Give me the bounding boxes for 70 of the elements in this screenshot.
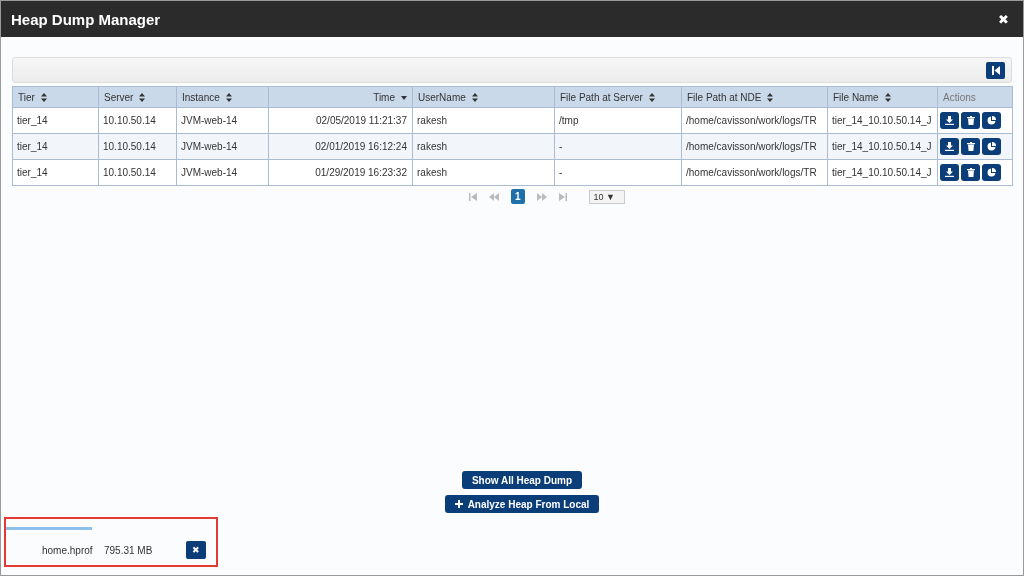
table-cell: rakesh (412, 107, 555, 134)
download-icon (945, 142, 954, 151)
pie-chart-button[interactable] (982, 112, 1001, 129)
pie-chart-button[interactable] (982, 164, 1001, 181)
table-cell: tier_14_10.10.50.14_J (827, 159, 938, 186)
sort-descending-icon (401, 95, 407, 100)
table-cell: 10.10.50.14 (98, 107, 177, 134)
window-title: Heap Dump Manager (11, 10, 161, 28)
delete-button[interactable] (961, 164, 980, 181)
pie-chart-icon (987, 168, 996, 177)
file-name: home.hprof (42, 544, 94, 556)
pie-chart-icon (987, 116, 996, 125)
column-header[interactable]: Tier (12, 86, 99, 108)
page-size-dropdown[interactable]: 10 ▼ (588, 189, 625, 204)
table-cell: rakesh (412, 133, 555, 160)
pie-chart-icon (987, 142, 996, 151)
table-cell: JVM-web-14 (176, 133, 269, 160)
column-header[interactable]: File Path at NDE (681, 86, 828, 108)
table-cell: 02/01/2019 16:12:24 (268, 133, 413, 160)
table-cell: 10.10.50.14 (98, 133, 177, 160)
trash-icon (966, 142, 975, 151)
first-page-button[interactable] (986, 61, 1005, 79)
table-cell: - (554, 133, 682, 160)
column-header[interactable]: Time (268, 86, 413, 108)
delete-button[interactable] (961, 138, 980, 155)
sort-icon (139, 93, 146, 103)
column-header[interactable]: UserName (412, 86, 555, 108)
table-cell: /home/cavisson/work/logs/TR (681, 159, 828, 186)
sort-icon (40, 93, 47, 103)
column-header[interactable]: Server (98, 86, 177, 108)
download-button[interactable] (940, 164, 959, 181)
table-cell: tier_14 (12, 107, 99, 134)
column-header[interactable]: File Path at Server (554, 86, 682, 108)
action-button[interactable]: Show All Heap Dump (461, 471, 583, 489)
download-icon (945, 168, 954, 177)
table-cell: tier_14 (12, 159, 99, 186)
table-cell: /home/cavisson/work/logs/TR (681, 107, 828, 134)
sort-icon (471, 93, 478, 103)
table-cell: JVM-web-14 (176, 107, 269, 134)
delete-button[interactable] (961, 112, 980, 129)
sort-icon (225, 93, 232, 103)
download-icon (945, 116, 954, 125)
table-cell: 02/05/2019 11:21:37 (268, 107, 413, 134)
table-cell: /home/cavisson/work/logs/TR (681, 133, 828, 160)
plus-icon (454, 500, 463, 508)
action-button[interactable]: Analyze Heap From Local (444, 495, 600, 513)
page-button[interactable]: 1 (511, 189, 525, 204)
table-cell: JVM-web-14 (176, 159, 269, 186)
file-size: 795.31 MB (104, 544, 154, 556)
table-cell: - (554, 159, 682, 186)
download-button[interactable] (940, 112, 959, 129)
sort-icon (767, 93, 774, 103)
table-cell: tier_14_10.10.50.14_J (827, 133, 938, 160)
pie-chart-button[interactable] (982, 138, 1001, 155)
trash-icon (966, 168, 975, 177)
table-cell: rakesh (412, 159, 555, 186)
skip-to-start-icon (991, 65, 1000, 75)
column-header[interactable]: Instance (176, 86, 269, 108)
remove-button[interactable]: ✖ (186, 541, 206, 559)
sort-icon (648, 93, 655, 103)
table-cell: 01/29/2019 16:23:32 (268, 159, 413, 186)
table-cell: /tmp (554, 107, 682, 134)
close-button[interactable]: ✖ (998, 11, 1009, 27)
table-cell: tier_14 (12, 133, 99, 160)
column-header[interactable]: File Name (827, 86, 938, 108)
download-button[interactable] (940, 138, 959, 155)
trash-icon (966, 116, 975, 125)
table-cell: 10.10.50.14 (98, 159, 177, 186)
sort-icon (884, 93, 891, 103)
table-cell: tier_14_10.10.50.14_J (827, 107, 938, 134)
